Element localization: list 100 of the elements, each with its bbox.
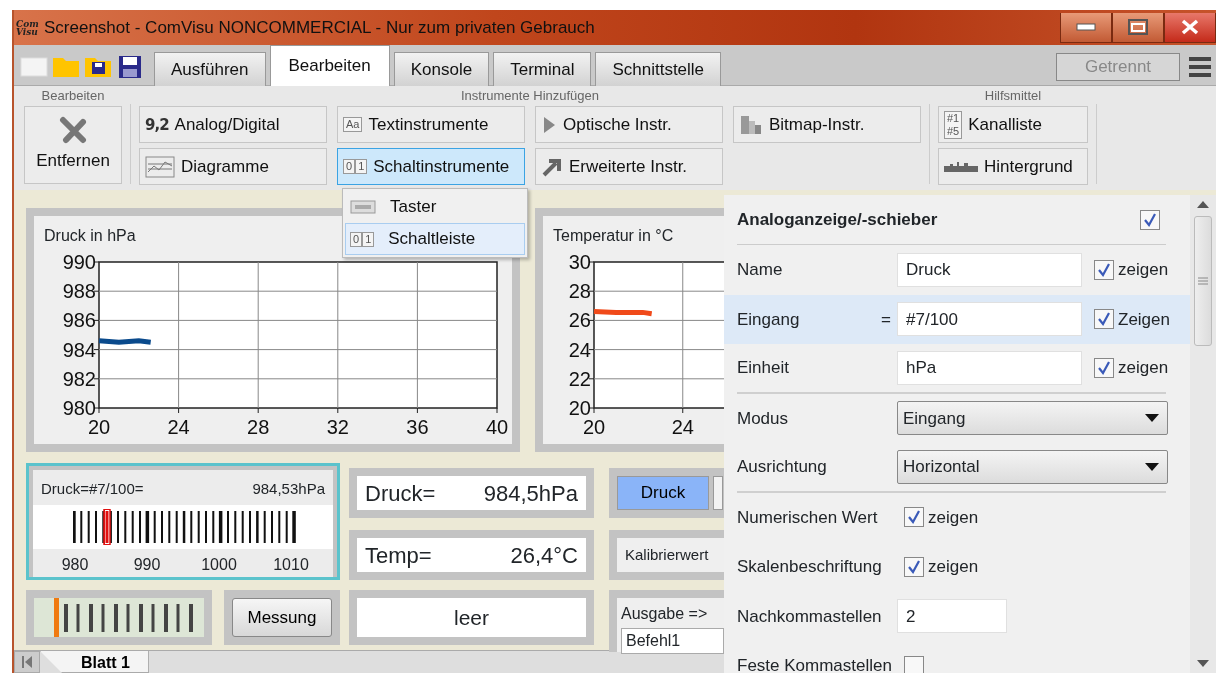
caption-text: Kalibrierwert: [625, 544, 709, 565]
ribbon-button[interactable]: Optische Instr.: [535, 106, 723, 143]
checkbox[interactable]: [1140, 209, 1160, 230]
panel-title: Analoganzeige/-schieber: [737, 208, 938, 231]
chart-title: Druck in hPa: [44, 227, 136, 244]
tab[interactable]: Schnittstelle: [595, 52, 722, 86]
axis-tick-label: 32: [326, 416, 349, 438]
diagonal-arrow-icon: [541, 156, 563, 177]
badge-icon: 9,2: [145, 115, 169, 134]
text-field[interactable]: hPa: [897, 350, 1082, 385]
dropdown[interactable]: Horizontal: [897, 449, 1168, 484]
property-label: Numerischen Wert: [737, 506, 878, 529]
scale-label: 1000: [201, 554, 237, 575]
slider-reading: 984,53hPa: [252, 479, 325, 499]
pixel-blocks-icon: [739, 113, 763, 136]
checkbox-label: Zeigen: [1118, 308, 1170, 331]
checkbox-label: zeigen: [928, 556, 979, 578]
checkbox-label: zeigen: [928, 506, 979, 529]
scale-label: 980: [61, 554, 89, 575]
ribbon-button[interactable]: Aa Textinstrumente: [337, 106, 525, 143]
chart-icon: [145, 155, 175, 178]
text-label: leer: [357, 598, 586, 637]
output-field[interactable]: Befehl1: [621, 628, 724, 654]
minimize-button[interactable]: [1060, 12, 1112, 43]
axis-tick-label: 986: [62, 309, 96, 332]
tab[interactable]: Terminal: [493, 52, 592, 86]
tab[interactable]: Bearbeiten: [269, 45, 390, 86]
minimize-icon: [1076, 23, 1096, 31]
display-label: Druck=: [365, 479, 436, 508]
axis-tick-label: 20: [87, 416, 111, 438]
ribbon-button[interactable]: Diagramme: [139, 148, 327, 185]
axis-tick-label: 26: [568, 309, 591, 332]
maximize-button[interactable]: [1112, 12, 1164, 43]
scrollbar-thumb[interactable]: [1194, 216, 1212, 346]
scroll-down-icon[interactable]: [1197, 660, 1209, 667]
axis-tick-label: 990: [62, 251, 96, 273]
axis-tick-label: 984: [62, 338, 96, 361]
output-label: Ausgabe =>: [621, 604, 709, 624]
grip-icon: [1198, 277, 1208, 285]
axis-tick-label: 40: [485, 416, 509, 438]
close-button[interactable]: [1164, 12, 1216, 43]
axis-tick-label: 20: [568, 397, 591, 419]
axis-tick-label: 24: [167, 416, 190, 438]
badge-icon: #1 #5: [944, 110, 963, 139]
text-field[interactable]: Druck: [897, 252, 1082, 287]
text-field[interactable]: #7/100: [897, 302, 1082, 337]
axis-tick-label: 24: [671, 416, 694, 438]
tab[interactable]: Ausführen: [154, 52, 266, 86]
display-label: Temp=: [365, 541, 432, 570]
axis-tick-label: 988: [62, 280, 96, 303]
axis-tick-label: 28: [568, 280, 591, 303]
switch-icon: [350, 199, 376, 215]
menu-item[interactable]: 0 1 Schaltleiste: [345, 223, 525, 255]
dropdown[interactable]: Eingang: [897, 401, 1168, 436]
axis-tick-label: 980: [62, 397, 96, 419]
group-title: Instrumente Hinzufügen: [461, 88, 599, 103]
scroll-up-icon[interactable]: [1197, 201, 1209, 208]
switch-button[interactable]: Druck: [617, 476, 709, 510]
maximize-icon: [1128, 19, 1148, 35]
axis-tick-label: 36: [406, 416, 429, 438]
property-label: Name: [737, 259, 783, 281]
property-label: Skalenbeschriftung: [737, 556, 882, 578]
group-title: Bearbeiten: [41, 88, 105, 103]
checkbox[interactable]: [904, 655, 924, 673]
group-title: Hilfsmittel: [984, 88, 1042, 103]
ribbon-button[interactable]: 9,2 Analog/Digital: [139, 106, 327, 143]
ribbon-button[interactable]: Erweiterte Instr.: [535, 148, 723, 185]
badge-icon: Aa: [343, 117, 363, 132]
number-field[interactable]: 2: [897, 599, 1007, 634]
property-label: Ausrichtung: [737, 456, 827, 478]
sheet-tab[interactable]: Blatt 1: [40, 651, 149, 673]
checkbox-label: zeigen: [1118, 259, 1169, 281]
menu-icon[interactable]: [1188, 55, 1212, 79]
window-title: Screenshot - ComVisu NONCOMMERCIAL - Nur zum privaten Gebrauch: [44, 16, 596, 39]
property-label: Einheit: [737, 357, 789, 379]
app-logo: Com Visu: [16, 19, 38, 36]
ribbon-button[interactable]: Hintergrund: [938, 148, 1088, 185]
caret-icon: [1145, 462, 1159, 471]
checkbox[interactable]: [904, 556, 924, 577]
switch-button[interactable]: [713, 476, 723, 510]
property-label: Nachkommastellen: [737, 605, 882, 628]
property-label: Feste Kommastellen: [737, 655, 892, 673]
ribbon-button[interactable]: Entfernen: [24, 106, 122, 184]
ribbon-button[interactable]: 0 1 Schaltinstrumente: [337, 148, 525, 185]
menu-item[interactable]: Taster: [345, 191, 525, 223]
checkbox-label: zeigen: [1118, 357, 1169, 379]
chart-title: Temperatur in °C: [553, 227, 674, 244]
axis-tick-label: 28: [247, 416, 270, 438]
checkbox[interactable]: [904, 507, 924, 528]
checkbox[interactable]: [1094, 309, 1114, 330]
checkbox[interactable]: [1094, 357, 1114, 378]
scrollbar[interactable]: [1190, 195, 1216, 673]
tab[interactable]: Konsole: [393, 52, 490, 86]
measure-button[interactable]: Messung: [232, 598, 332, 637]
first-sheet-button[interactable]: [14, 651, 40, 673]
slider-label: Druck=#7/100=: [41, 479, 144, 499]
ribbon-button[interactable]: Bitmap-Instr.: [733, 106, 921, 143]
axis-tick-label: 982: [62, 367, 96, 390]
scale-label: 990: [133, 554, 161, 575]
checkbox[interactable]: [1094, 259, 1114, 280]
